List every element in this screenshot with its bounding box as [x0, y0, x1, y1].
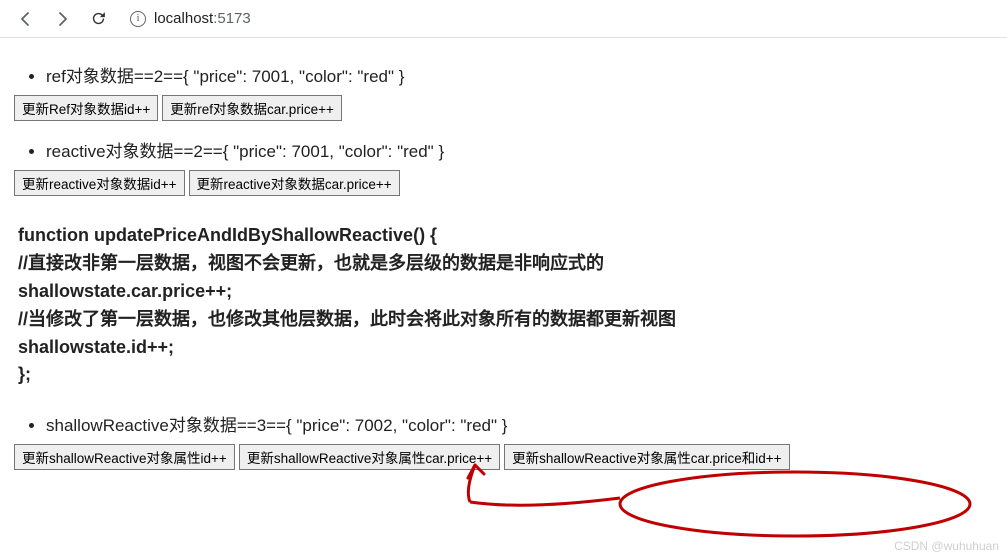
shallow-button-row: 更新shallowReactive对象属性id++ 更新shallowReact… — [10, 444, 997, 470]
update-ref-car-price-button[interactable]: 更新ref对象数据car.price++ — [162, 95, 342, 121]
code-block: function updatePriceAndIdByShallowReacti… — [10, 212, 997, 399]
reactive-section-list: reactive对象数据==2=={ "price": 7001, "color… — [10, 137, 997, 162]
update-shallow-id-button[interactable]: 更新shallowReactive对象属性id++ — [14, 444, 235, 470]
update-reactive-id-button[interactable]: 更新reactive对象数据id++ — [14, 170, 185, 196]
ref-data-line: ref对象数据==2=={ "price": 7001, "color": "r… — [46, 62, 997, 87]
reactive-button-row: 更新reactive对象数据id++ 更新reactive对象数据car.pri… — [10, 170, 997, 196]
shallow-data-line: shallowReactive对象数据==3=={ "price": 7002,… — [46, 411, 997, 436]
ref-button-row: 更新Ref对象数据id++ 更新ref对象数据car.price++ — [10, 95, 997, 121]
address-bar[interactable]: i localhost:5173 — [120, 5, 995, 33]
ref-section-list: ref对象数据==2=={ "price": 7001, "color": "r… — [10, 62, 997, 87]
back-button[interactable] — [12, 5, 40, 33]
update-shallow-car-price-and-id-button[interactable]: 更新shallowReactive对象属性car.price和id++ — [504, 444, 789, 470]
update-shallow-car-price-button[interactable]: 更新shallowReactive对象属性car.price++ — [239, 444, 500, 470]
page-content: ref对象数据==2=={ "price": 7001, "color": "r… — [0, 38, 1007, 498]
update-ref-id-button[interactable]: 更新Ref对象数据id++ — [14, 95, 158, 121]
browser-toolbar: i localhost:5173 — [0, 0, 1007, 38]
info-icon: i — [130, 11, 146, 27]
update-reactive-car-price-button[interactable]: 更新reactive对象数据car.price++ — [189, 170, 400, 196]
refresh-button[interactable] — [84, 5, 112, 33]
watermark: CSDN @wuhuhuan — [894, 539, 999, 553]
url-text: localhost:5173 — [154, 10, 251, 27]
reactive-data-line: reactive对象数据==2=={ "price": 7001, "color… — [46, 137, 997, 162]
forward-button[interactable] — [48, 5, 76, 33]
shallow-section-list: shallowReactive对象数据==3=={ "price": 7002,… — [10, 411, 997, 436]
